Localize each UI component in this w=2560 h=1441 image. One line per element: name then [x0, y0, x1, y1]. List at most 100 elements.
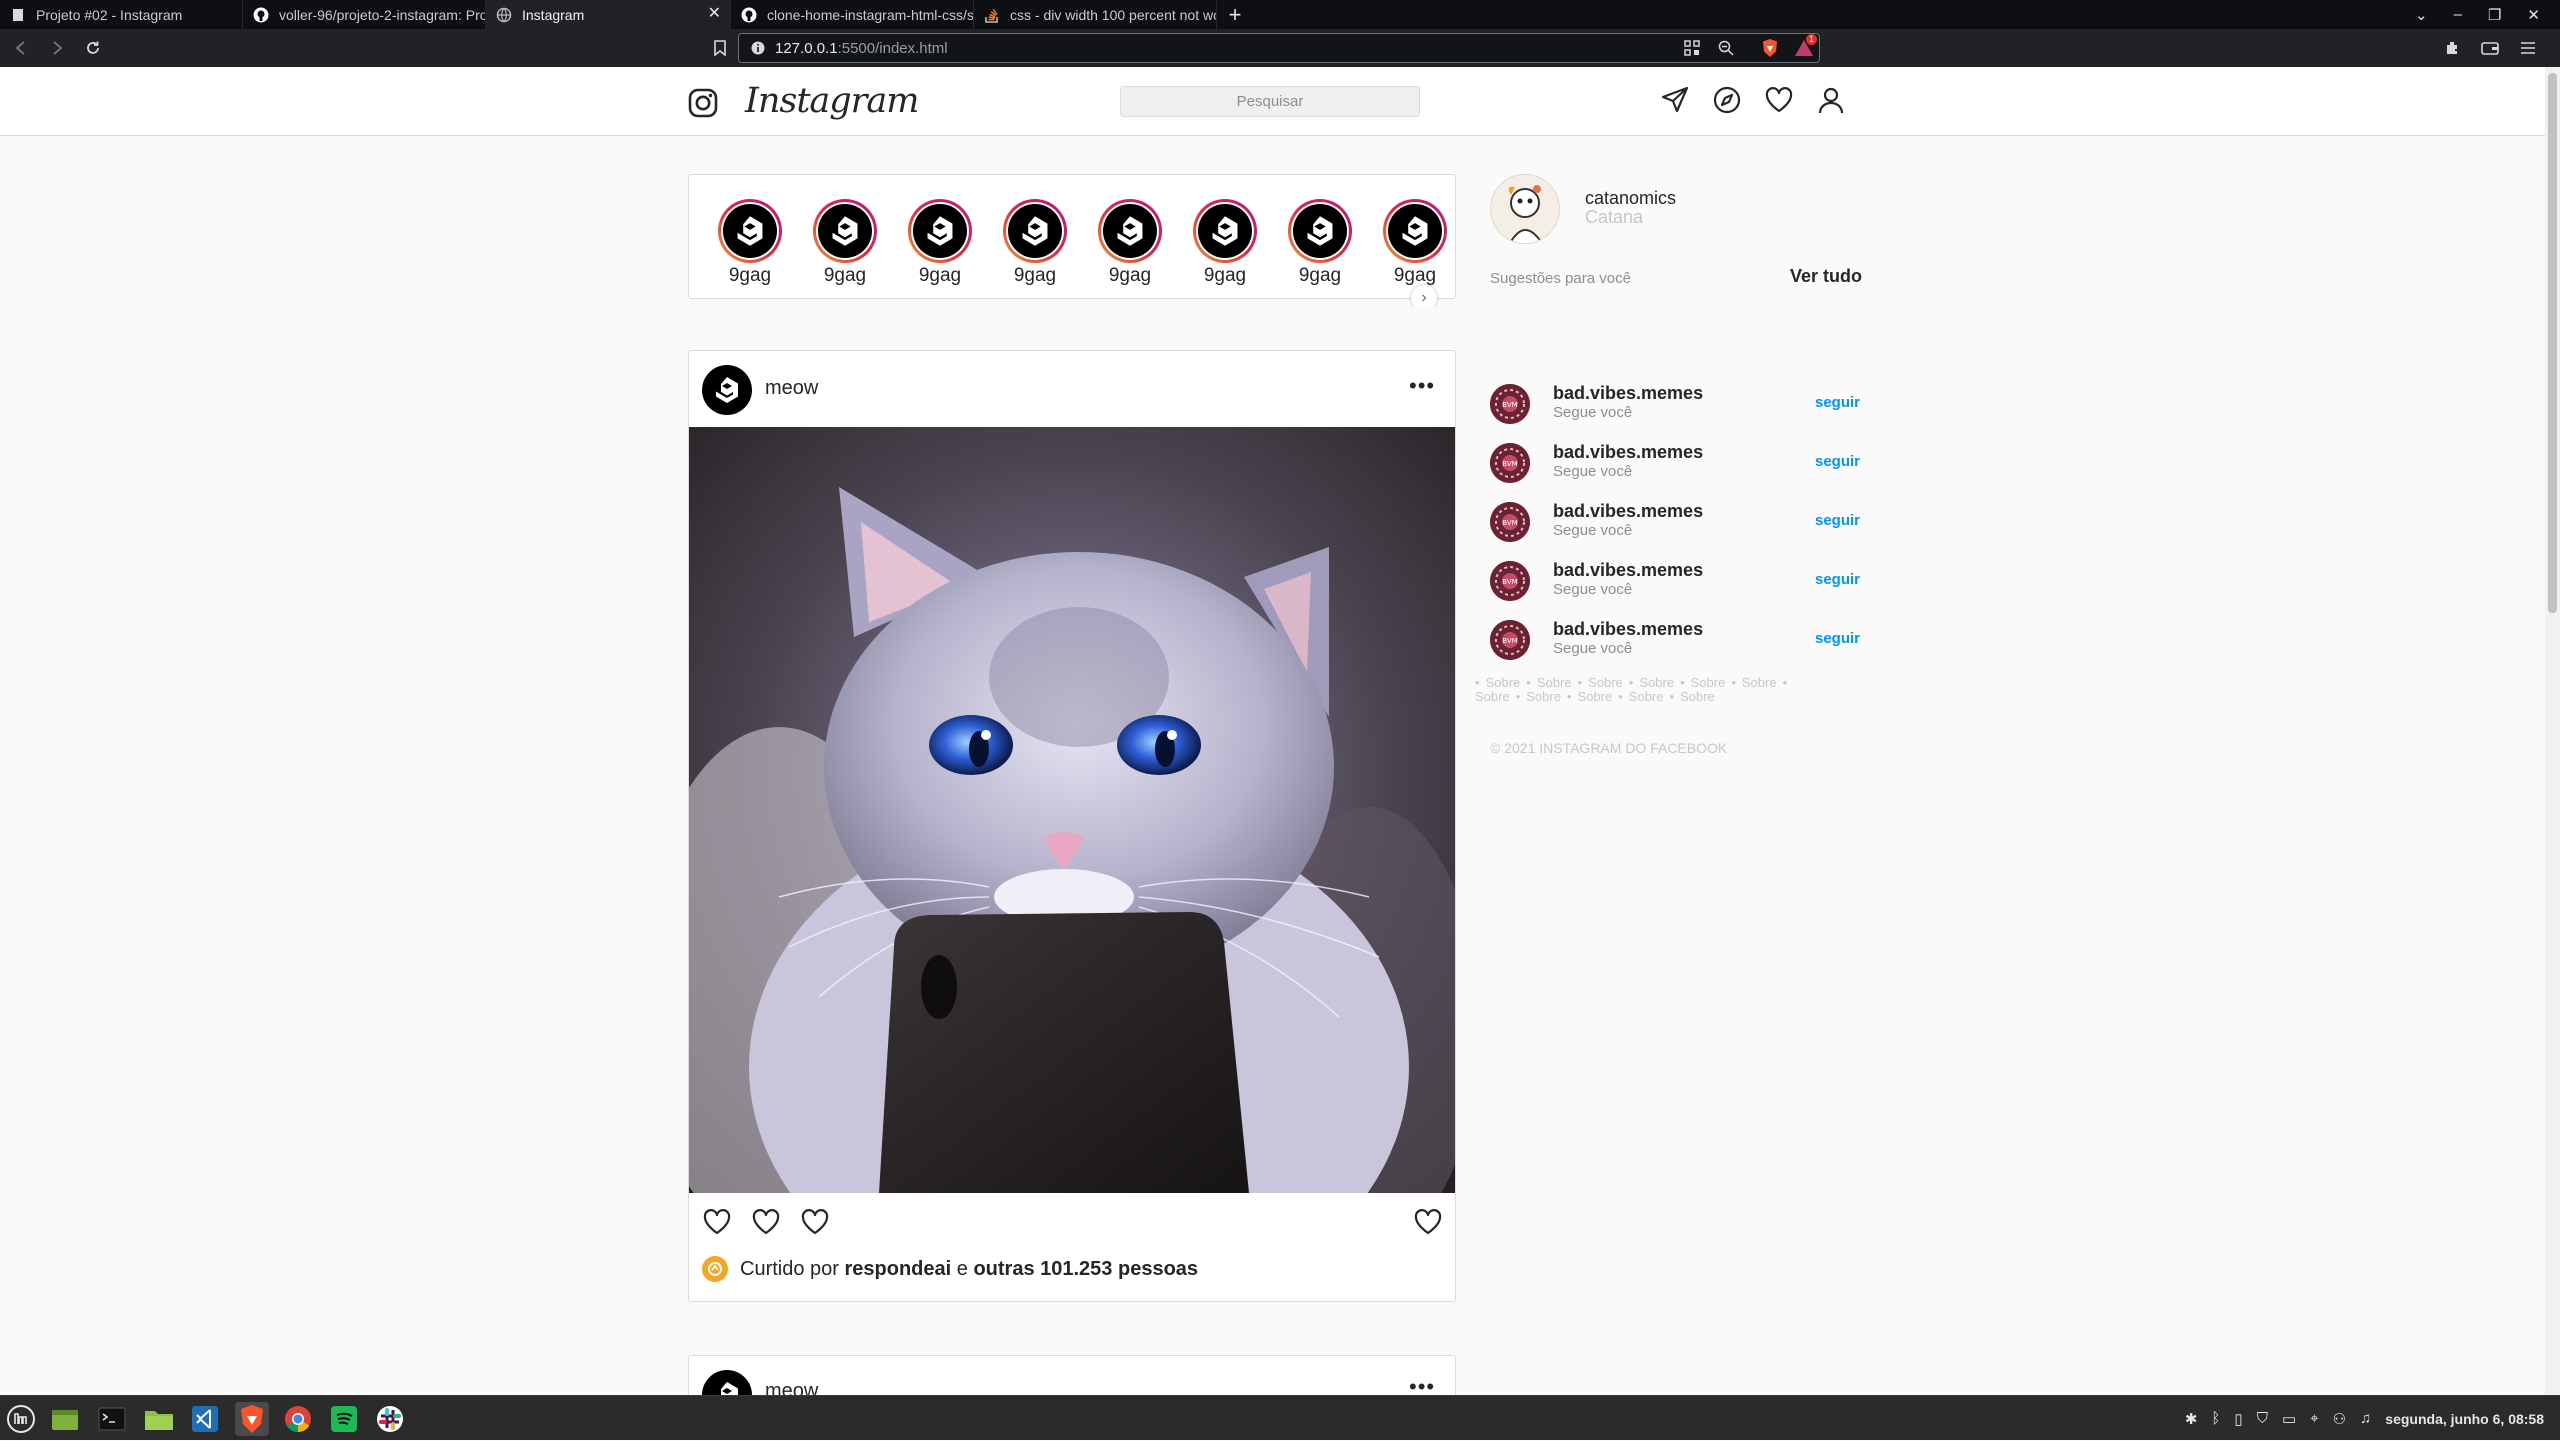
spotify-icon[interactable] — [327, 1402, 361, 1436]
footer-link[interactable]: Sobre — [1742, 676, 1777, 690]
tab-instagram[interactable]: Instagram ✕ — [486, 0, 731, 29]
follow-button[interactable]: seguir — [1815, 453, 1860, 470]
suggestion-username[interactable]: bad.vibes.memes — [1553, 560, 1703, 581]
vscode-icon[interactable] — [188, 1402, 222, 1436]
clipboard-icon[interactable]: ▯ — [2234, 1410, 2242, 1428]
bookmark-icon[interactable] — [708, 36, 732, 60]
clock[interactable]: segunda, junho 6, 08:58 — [2385, 1411, 2544, 1427]
site-info-icon[interactable] — [751, 41, 765, 55]
footer-link[interactable]: Sobre — [1486, 676, 1521, 690]
footer-link[interactable]: Sobre — [1475, 690, 1510, 704]
show-desktop-icon[interactable] — [48, 1402, 82, 1436]
profile-icon[interactable] — [1816, 85, 1846, 115]
footer-link[interactable]: Sobre — [1629, 690, 1664, 704]
menu-icon[interactable] — [2516, 36, 2540, 60]
start-menu-icon[interactable] — [4, 1402, 38, 1436]
slack-tray-icon[interactable]: ✱ — [2185, 1410, 2198, 1428]
like-heart-icon[interactable] — [702, 1207, 732, 1237]
see-all-link[interactable]: Ver tudo — [1790, 266, 1862, 287]
brave-shield-icon[interactable] — [1758, 36, 1782, 60]
comment-heart-icon[interactable] — [751, 1207, 781, 1237]
footer-link[interactable]: Sobre — [1578, 690, 1613, 704]
stories-next-chevron-icon[interactable]: › — [1411, 285, 1437, 307]
back-icon[interactable] — [6, 33, 36, 63]
suggestion-username[interactable]: bad.vibes.memes — [1553, 442, 1703, 463]
page-scrollbar[interactable] — [2545, 67, 2560, 1395]
footer-link[interactable]: Sobre — [1537, 676, 1572, 690]
address-bar[interactable]: 127.0.0.1:5500/index.html — [738, 33, 1820, 63]
post-username[interactable]: meow — [765, 1380, 818, 1395]
footer-link[interactable]: Sobre — [1680, 690, 1715, 704]
suggestion-avatar[interactable]: BVM — [1490, 384, 1530, 424]
current-user-avatar[interactable] — [1490, 174, 1560, 244]
follow-button[interactable]: seguir — [1815, 571, 1860, 588]
story-item[interactable]: 9gag — [900, 199, 980, 287]
footer-link[interactable]: Sobre — [1526, 690, 1561, 704]
extensions-icon[interactable] — [2440, 36, 2464, 60]
terminal-icon[interactable] — [95, 1402, 129, 1436]
files-folder-icon[interactable] — [142, 1402, 176, 1436]
brave-browser-icon[interactable] — [235, 1402, 269, 1436]
suggestion-username[interactable]: bad.vibes.memes — [1553, 383, 1703, 404]
post-avatar[interactable] — [702, 1370, 752, 1395]
suggestion-username[interactable]: bad.vibes.memes — [1553, 619, 1703, 640]
post-username[interactable]: meow — [765, 377, 818, 400]
tab-projeto-instagram[interactable]: Projeto #02 - Instagram — [0, 0, 243, 29]
forward-icon[interactable] — [42, 33, 72, 63]
minimize-icon[interactable]: – — [2454, 6, 2462, 23]
liker-avatar[interactable] — [702, 1256, 728, 1282]
story-item[interactable]: 9gag — [1280, 199, 1360, 287]
reload-icon[interactable] — [78, 33, 108, 63]
story-item[interactable]: 9gag — [1185, 199, 1265, 287]
tab-github-clone[interactable]: clone-home-instagram-html-css/st — [731, 0, 974, 29]
bluetooth-icon[interactable]: ᛒ — [2211, 1410, 2220, 1427]
suggestion-avatar[interactable]: BVM — [1490, 502, 1530, 542]
activity-heart-icon[interactable] — [1764, 85, 1794, 115]
share-heart-icon[interactable] — [800, 1207, 830, 1237]
maximize-icon[interactable]: ❐ — [2488, 6, 2501, 24]
liked-others[interactable]: outras 101.253 pessoas — [973, 1258, 1198, 1281]
brave-rewards-icon[interactable]: 1 — [1792, 34, 1818, 60]
suggestion-avatar[interactable]: BVM — [1490, 443, 1530, 483]
zoom-icon[interactable] — [1714, 36, 1738, 60]
post-image[interactable] — [689, 427, 1455, 1193]
suggestion-avatar[interactable]: BVM — [1490, 561, 1530, 601]
follow-button[interactable]: seguir — [1815, 512, 1860, 529]
chrome-icon[interactable] — [281, 1402, 315, 1436]
close-window-icon[interactable]: ✕ — [2527, 6, 2540, 24]
tab-github-projeto[interactable]: voller-96/projeto-2-instagram: Pro — [243, 0, 486, 29]
shield-tray-icon[interactable]: ⛉ — [2257, 1410, 2268, 1427]
follow-button[interactable]: seguir — [1815, 630, 1860, 647]
liked-user[interactable]: respondeai — [845, 1258, 952, 1281]
tab-stackoverflow[interactable]: css - div width 100 percent not wo — [974, 0, 1217, 29]
explore-compass-icon[interactable] — [1712, 85, 1742, 115]
post-more-options-icon[interactable]: ••• — [1409, 1374, 1435, 1395]
tab-list-chevron-icon[interactable]: ⌄ — [2415, 6, 2428, 24]
qr-code-icon[interactable] — [1680, 36, 1704, 60]
story-item[interactable]: 9gag — [1090, 199, 1170, 287]
post-avatar[interactable] — [702, 365, 752, 415]
display-icon[interactable]: ▭ — [2282, 1410, 2296, 1428]
location-icon[interactable]: ⌖ — [2310, 1410, 2318, 1427]
network-icon[interactable]: ⚇ — [2333, 1410, 2346, 1428]
close-tab-icon[interactable]: ✕ — [708, 6, 721, 22]
direct-message-icon[interactable] — [1660, 85, 1690, 115]
footer-link[interactable]: Sobre — [1691, 676, 1726, 690]
volume-icon[interactable]: ♫ — [2360, 1410, 2371, 1427]
save-heart-icon[interactable] — [1413, 1207, 1443, 1237]
slack-icon[interactable] — [373, 1402, 407, 1436]
footer-link[interactable]: Sobre — [1639, 676, 1674, 690]
follow-button[interactable]: seguir — [1815, 394, 1860, 411]
footer-link[interactable]: Sobre — [1588, 676, 1623, 690]
suggestion-username[interactable]: bad.vibes.memes — [1553, 501, 1703, 522]
story-item[interactable]: 9gag — [995, 199, 1075, 287]
post-more-options-icon[interactable]: ••• — [1409, 373, 1435, 399]
new-tab-button[interactable]: + — [1217, 0, 1253, 29]
scrollbar-thumb[interactable] — [2548, 73, 2557, 613]
story-item[interactable]: 9gag — [1375, 199, 1455, 287]
current-username[interactable]: catanomics — [1585, 188, 1676, 209]
suggestion-avatar[interactable]: BVM — [1490, 620, 1530, 660]
story-item[interactable]: 9gag — [805, 199, 885, 287]
story-item[interactable]: 9gag — [710, 199, 790, 287]
wallet-icon[interactable] — [2478, 36, 2502, 60]
